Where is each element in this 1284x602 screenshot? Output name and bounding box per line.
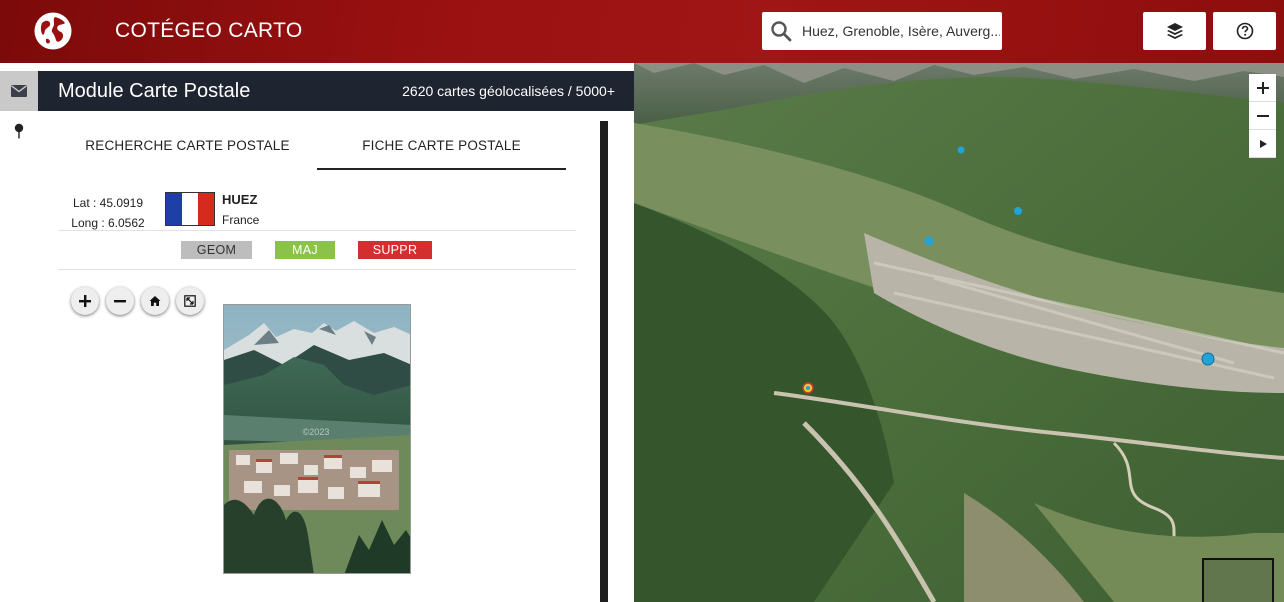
postcard-info: Lat : 45.0919 Long : 6.0562 HUEZ France bbox=[58, 184, 576, 231]
divider bbox=[58, 230, 576, 231]
satellite-map[interactable] bbox=[634, 63, 1284, 602]
postcard-image[interactable]: ©2023 bbox=[223, 304, 411, 574]
panel-scrollbar[interactable] bbox=[600, 121, 608, 602]
viewer-fullscreen-button[interactable] bbox=[176, 287, 204, 315]
viewer-zoom-in-button[interactable] bbox=[71, 287, 99, 315]
map-controls bbox=[1249, 74, 1276, 158]
delete-button[interactable]: SUPPR bbox=[358, 241, 432, 259]
tab-postcard-record[interactable]: FICHE CARTE POSTALE bbox=[317, 128, 566, 170]
top-bar: COTÉGEO CARTO bbox=[0, 0, 1284, 63]
search-input[interactable] bbox=[802, 12, 1000, 50]
rail-item-locations[interactable] bbox=[9, 121, 29, 141]
zoom-out-icon bbox=[114, 300, 126, 303]
postcard-panel: Module Carte Postale 2620 cartes géoloca… bbox=[38, 71, 634, 602]
panel-tabs: RECHERCHE CARTE POSTALE FICHE CARTE POST… bbox=[58, 128, 566, 170]
envelope-icon bbox=[11, 85, 27, 97]
zoom-in-icon bbox=[79, 295, 91, 307]
app-title: COTÉGEO CARTO bbox=[115, 19, 303, 42]
country-name: France bbox=[222, 213, 260, 227]
play-icon bbox=[1259, 139, 1267, 148]
panel-title: Module Carte Postale bbox=[58, 80, 251, 102]
postcard-watermark: ©2023 bbox=[303, 427, 330, 437]
zoom-in-icon bbox=[1256, 81, 1269, 94]
geolocated-count: 2620 cartes géolocalisées / 5000+ bbox=[402, 83, 615, 99]
panel-header: Module Carte Postale 2620 cartes géoloca… bbox=[38, 71, 634, 111]
france-flag-icon bbox=[165, 192, 215, 226]
record-actions: GEOM MAJ SUPPR bbox=[38, 241, 598, 261]
latitude-value: Lat : 45.0919 bbox=[72, 196, 144, 210]
map-play-button[interactable] bbox=[1249, 130, 1276, 158]
fullscreen-icon bbox=[184, 295, 196, 307]
search-box[interactable] bbox=[762, 12, 1002, 50]
globe-logo-icon[interactable] bbox=[33, 11, 73, 51]
coordinates: Lat : 45.0919 Long : 6.0562 bbox=[58, 193, 158, 233]
place-name: HUEZ bbox=[222, 192, 258, 207]
home-icon bbox=[149, 296, 161, 306]
layers-icon bbox=[1166, 23, 1183, 39]
help-icon bbox=[1236, 22, 1253, 40]
zoom-out-icon bbox=[1256, 114, 1269, 117]
map-zoom-in-button[interactable] bbox=[1249, 74, 1276, 102]
viewer-home-button[interactable] bbox=[141, 287, 169, 315]
image-viewer-controls bbox=[71, 287, 211, 315]
map-pin-icon bbox=[14, 123, 24, 139]
viewer-zoom-out-button[interactable] bbox=[106, 287, 134, 315]
update-button[interactable]: MAJ bbox=[275, 241, 335, 259]
layers-button[interactable] bbox=[1143, 12, 1206, 50]
postcard-illustration: ©2023 bbox=[224, 305, 410, 573]
rail-item-postcards[interactable] bbox=[0, 71, 38, 111]
divider bbox=[58, 269, 576, 270]
geom-button[interactable]: GEOM bbox=[181, 241, 252, 259]
search-icon[interactable] bbox=[770, 20, 792, 42]
overview-minimap[interactable] bbox=[1202, 558, 1274, 602]
map-zoom-out-button[interactable] bbox=[1249, 102, 1276, 130]
left-rail bbox=[0, 71, 38, 602]
help-button[interactable] bbox=[1213, 12, 1276, 50]
tab-search-postcard[interactable]: RECHERCHE CARTE POSTALE bbox=[58, 128, 317, 170]
satellite-terrain bbox=[634, 63, 1284, 602]
